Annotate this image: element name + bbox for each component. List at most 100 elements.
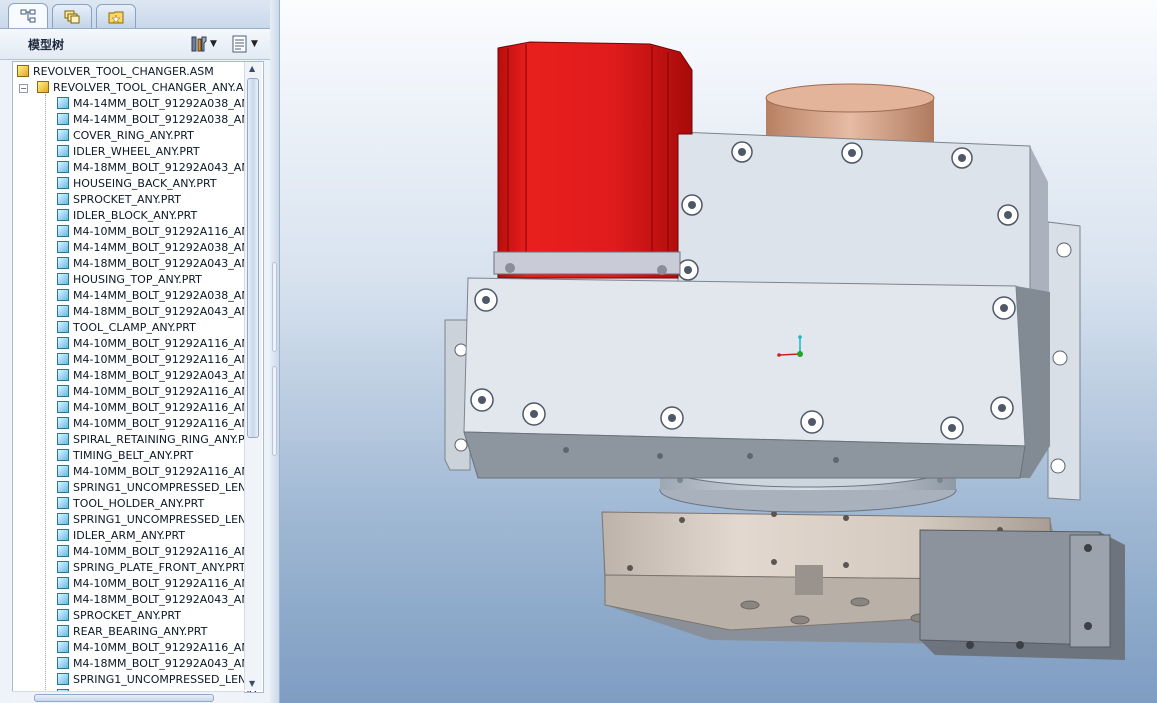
tree-item[interactable]: M4-14MM_BOLT_91292A038_ANY. xyxy=(57,239,258,255)
tree-item[interactable]: IDLER_WHEEL_ANY.PRT xyxy=(57,143,200,159)
tree-item-label: SPIRAL_RETAINING_RING_ANY.PR xyxy=(73,432,253,446)
model-tree-tab[interactable] xyxy=(8,3,48,28)
tree-item-label: M4-14MM_BOLT_91292A038_ANY. xyxy=(73,288,258,302)
tree-item[interactable]: COVER_RING_ANY.PRT xyxy=(57,127,194,143)
tree-item[interactable]: IDLER_BLOCK_ANY.PRT xyxy=(57,207,197,223)
copper-bearing[interactable] xyxy=(765,83,935,144)
tree-item[interactable]: SPROCKET_ANY.PRT xyxy=(57,191,181,207)
tree-item[interactable]: M4-10MM_BOLT_91292A116_ANY. xyxy=(57,399,258,415)
tree-item-label: M4-10MM_BOLT_91292A116_ANY. xyxy=(73,576,258,590)
tree-item[interactable]: M4-10MM_BOLT_91292A116_ANY. xyxy=(57,575,258,591)
scroll-down-icon[interactable]: ▼ xyxy=(249,679,255,688)
tree-item-label: M4-10MM_BOLT_91292A116_ANY. xyxy=(73,400,258,414)
tree-item-label: COVER_RING_ANY.PRT xyxy=(73,128,194,142)
tree-item[interactable]: TIMING_BELT_ANY.PRT xyxy=(57,447,193,463)
tree-item-label: M4-14MM_BOLT_91292A038_ANY. xyxy=(73,96,258,110)
part-icon xyxy=(57,209,69,221)
scroll-up-icon[interactable]: ▲ xyxy=(249,64,255,73)
tree-item[interactable]: SPIRAL_RETAINING_RING_ANY.PR xyxy=(57,431,252,447)
tree-item[interactable]: M4-18MM_BOLT_91292A043_ANY. xyxy=(57,303,258,319)
tree-item[interactable]: M4-14MM_BOLT_91292A038_ANY. xyxy=(57,111,258,127)
tree-item[interactable]: SPRING_PLATE_FRONT_ANY.PRT xyxy=(57,559,246,575)
tree-item[interactable]: SPROCKET_ANY.PRT xyxy=(57,607,181,623)
tree-item[interactable]: HOUSEING_BACK_ANY.PRT xyxy=(57,175,217,191)
tree-item[interactable]: M4-14MM_BOLT_91292A038_ANY. xyxy=(57,287,258,303)
tree-item[interactable]: M4-18MM_BOLT_91292A043_ANY. xyxy=(57,367,258,383)
tree-item-label: HOUSING_TOP_ANY.PRT xyxy=(73,272,202,286)
tree-subassembly-item[interactable]: REVOLVER_TOOL_CHANGER_ANY.ASM xyxy=(37,79,260,95)
part-icon xyxy=(57,257,69,269)
tree-item[interactable]: HOUSING_TOP_ANY.PRT xyxy=(57,271,202,287)
tree-item[interactable]: M4-14MM_BOLT_91292A038_ANY. xyxy=(57,95,258,111)
tree-vertical-scrollbar[interactable]: ▲ ▼ xyxy=(244,62,262,690)
layers-tab[interactable] xyxy=(52,4,92,28)
tree-show-button[interactable]: ▼ xyxy=(231,34,258,54)
tree-item-label: IDLER_WHEEL_ANY.PRT xyxy=(73,144,200,158)
tree-item[interactable]: REAR_BEARING_ANY.PRT xyxy=(57,623,207,639)
tree-item-label: REAR_BEARING_ANY.PRT xyxy=(73,624,208,638)
tree-item[interactable]: TOOL_HOLDER_ANY.PRT xyxy=(57,495,204,511)
part-icon xyxy=(57,177,69,189)
model-tree-panel: 模型树 ▼ ▼ − REVOLVER_TOOL_CHANGER.ASM REVO… xyxy=(0,0,271,703)
tree-item[interactable]: M4-10MM_BOLT_91292A116_ANY. xyxy=(57,463,258,479)
tree-item[interactable]: M4-10MM_BOLT_91292A116_ANY. xyxy=(57,335,258,351)
cad-model[interactable] xyxy=(280,0,1157,703)
tree-item[interactable]: SPRING1_UNCOMPRESSED_LENGT xyxy=(57,671,261,687)
tree-item[interactable]: TOOL_CLAMP_ANY.PRT xyxy=(57,319,196,335)
tree-item-label: M4-18MM_BOLT_91292A043_ANY. xyxy=(73,304,258,318)
collapse-toggle[interactable]: − xyxy=(19,84,28,93)
splitter-grip[interactable] xyxy=(272,262,277,352)
housing-front[interactable] xyxy=(463,277,1050,479)
tree-item-label: REVOLVER_TOOL_CHANGER.ASM xyxy=(33,64,214,78)
navigator-tab-strip xyxy=(0,0,270,29)
part-icon xyxy=(57,337,69,349)
part-icon xyxy=(57,97,69,109)
favorites-tab[interactable] xyxy=(96,4,136,28)
tree-item[interactable]: SPRING1_UNCOMPRESSED_LENGT xyxy=(57,479,261,495)
tree-item[interactable]: M4-10MM_BOLT_91292A116_ANY. xyxy=(57,351,258,367)
part-icon xyxy=(57,241,69,253)
tree-item[interactable]: M4-18MM_BOLT_91292A043_ANY. xyxy=(57,591,258,607)
tree-item[interactable]: IDLER_ARM_ANY.PRT xyxy=(57,527,185,543)
tree-item[interactable]: M4-10MM_BOLT_91292A116_ANY. xyxy=(57,383,258,399)
panel-splitter[interactable] xyxy=(270,0,280,703)
tree-item[interactable]: M4-10MM_BOLT_91292A116_ANY. xyxy=(57,639,258,655)
scroll-thumb[interactable] xyxy=(34,694,214,702)
side-bracket-right[interactable] xyxy=(1047,221,1081,501)
tree-item-label: M4-10MM_BOLT_91292A116_ANY. xyxy=(73,224,258,238)
tree-item[interactable]: M4-18MM_BOLT_91292A043_ANY. xyxy=(57,159,258,175)
part-icon xyxy=(57,449,69,461)
tree-item-label: M4-10MM_BOLT_91292A116_ANY. xyxy=(73,352,258,366)
tree-item[interactable]: M4-18MM_BOLT_91292A043_ANY. xyxy=(57,655,258,671)
part-icon xyxy=(57,529,69,541)
tree-item-label: SPRING_PLATE_FRONT_ANY.PRT xyxy=(73,560,246,574)
part-icon xyxy=(57,289,69,301)
part-icon xyxy=(57,545,69,557)
tree-item[interactable]: M4-10MM_BOLT_91292A116_ANY. xyxy=(57,223,258,239)
tree-item[interactable]: M4-10MM_BOLT_91292A116_ANY. xyxy=(57,415,258,431)
tree-item[interactable]: M4-10MM_BOLT_91292A116_ANY. xyxy=(57,543,258,559)
tree-root-item[interactable]: REVOLVER_TOOL_CHANGER.ASM xyxy=(17,63,214,79)
tools-icon xyxy=(191,36,207,52)
tree-item-label: SPRING1_UNCOMPRESSED_LENGT xyxy=(73,672,262,686)
tree-horizontal-scrollbar[interactable] xyxy=(12,691,244,703)
stepper-motor[interactable] xyxy=(493,41,693,279)
tree-item-label: TOOL_CLAMP_ANY.PRT xyxy=(73,320,196,334)
panel-title: 模型树 xyxy=(28,38,65,52)
tree-settings-button[interactable]: ▼ xyxy=(190,34,217,54)
tree-item-label: M4-14MM_BOLT_91292A038_ANY. xyxy=(73,112,258,126)
splitter-grip[interactable] xyxy=(272,366,277,456)
part-icon xyxy=(57,321,69,333)
scroll-thumb[interactable] xyxy=(247,78,259,438)
tree-item[interactable]: M4-18MM_BOLT_91292A043_ANY. xyxy=(57,255,258,271)
model-tree: − REVOLVER_TOOL_CHANGER.ASM REVOLVER_TOO… xyxy=(12,61,264,693)
part-icon xyxy=(57,369,69,381)
tool-clamp[interactable] xyxy=(919,529,1125,660)
tree-item[interactable]: SPRING1_UNCOMPRESSED_LENGT xyxy=(57,511,261,527)
part-icon xyxy=(57,513,69,525)
part-icon xyxy=(57,481,69,493)
chevron-down-icon: ▼ xyxy=(251,39,258,49)
graphics-viewport[interactable] xyxy=(280,0,1157,703)
tree-item-label: M4-18MM_BOLT_91292A043_ANY. xyxy=(73,368,258,382)
part-icon xyxy=(57,593,69,605)
